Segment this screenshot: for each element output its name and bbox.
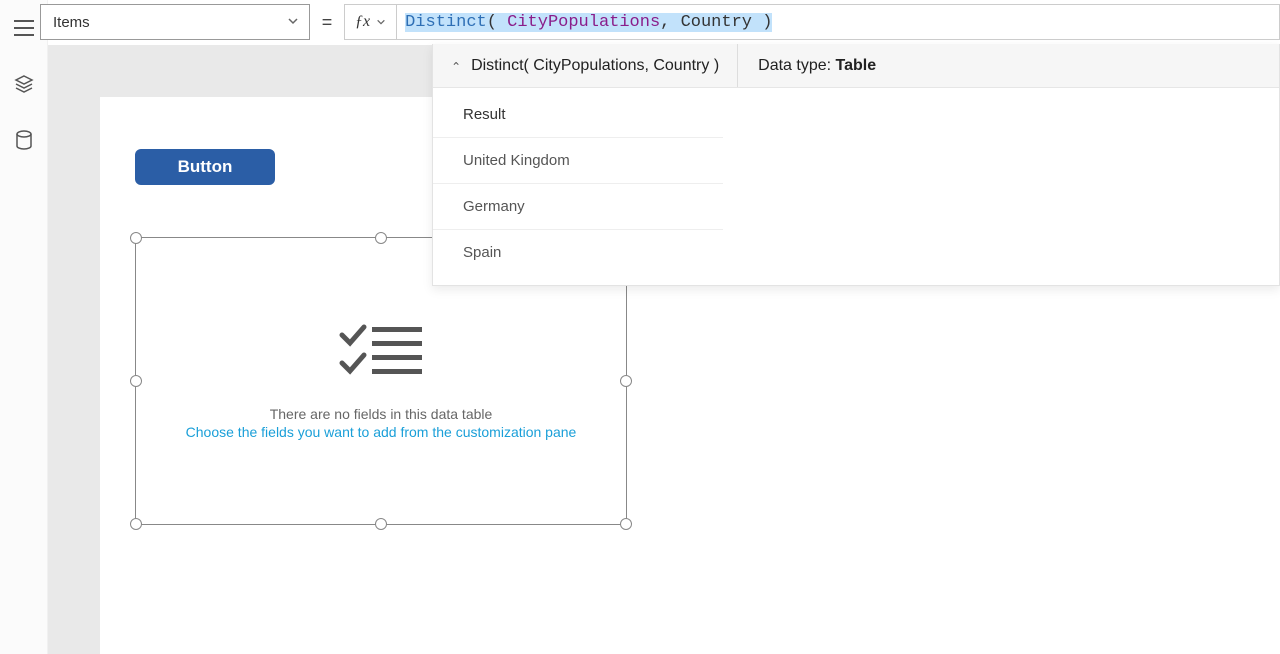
formula-token: ( xyxy=(487,13,507,32)
formula-token: , xyxy=(660,13,680,32)
resize-handle[interactable] xyxy=(620,375,632,387)
resize-handle[interactable] xyxy=(620,518,632,530)
chevron-down-icon xyxy=(287,14,299,31)
result-row[interactable]: Spain xyxy=(433,230,723,275)
formula-token: ) xyxy=(752,13,772,32)
datatype-label: Data type: Table xyxy=(738,57,896,75)
result-list: Result United Kingdom Germany Spain xyxy=(433,88,723,285)
empty-message: There are no fields in this data table xyxy=(270,406,493,422)
formula-result-header: ⌄ Distinct( CityPopulations, Country ) D… xyxy=(433,44,1279,88)
checklist-icon xyxy=(336,323,426,388)
resize-handle[interactable] xyxy=(130,375,142,387)
button-control[interactable]: Button xyxy=(135,149,275,185)
resize-handle[interactable] xyxy=(375,232,387,244)
result-header: Result xyxy=(433,92,723,138)
formula-token-arg: CityPopulations xyxy=(507,13,660,32)
result-row[interactable]: Germany xyxy=(433,184,723,230)
empty-message-link[interactable]: Choose the fields you want to add from t… xyxy=(186,424,577,440)
fx-icon: ƒx xyxy=(355,13,370,31)
formula-result-panel: ⌄ Distinct( CityPopulations, Country ) D… xyxy=(432,44,1280,286)
chevron-down-icon xyxy=(376,17,386,27)
hamburger-icon[interactable] xyxy=(14,18,34,38)
formula-token-fn: Distinct xyxy=(405,13,487,32)
property-dropdown-value: Items xyxy=(53,14,90,31)
formula-signature-text: Distinct( CityPopulations, Country ) xyxy=(471,57,719,75)
layers-icon[interactable] xyxy=(14,74,34,94)
resize-handle[interactable] xyxy=(375,518,387,530)
datatype-value: Table xyxy=(836,57,877,74)
fx-button[interactable]: ƒx xyxy=(344,4,397,40)
result-row[interactable]: United Kingdom xyxy=(433,138,723,184)
formula-bar: Items = ƒx Distinct( CityPopulations, Co… xyxy=(40,0,1280,44)
left-rail xyxy=(0,0,48,654)
resize-handle[interactable] xyxy=(130,518,142,530)
database-icon[interactable] xyxy=(14,130,34,150)
property-dropdown[interactable]: Items xyxy=(40,4,310,40)
equals-label: = xyxy=(310,12,344,33)
chevron-up-icon: ⌄ xyxy=(451,59,461,73)
resize-handle[interactable] xyxy=(130,232,142,244)
formula-signature[interactable]: ⌄ Distinct( CityPopulations, Country ) xyxy=(433,44,738,87)
formula-token-arg: Country xyxy=(681,13,752,32)
formula-input[interactable]: Distinct( CityPopulations, Country ) xyxy=(397,4,1280,40)
datatype-label-text: Data type: xyxy=(758,57,835,74)
